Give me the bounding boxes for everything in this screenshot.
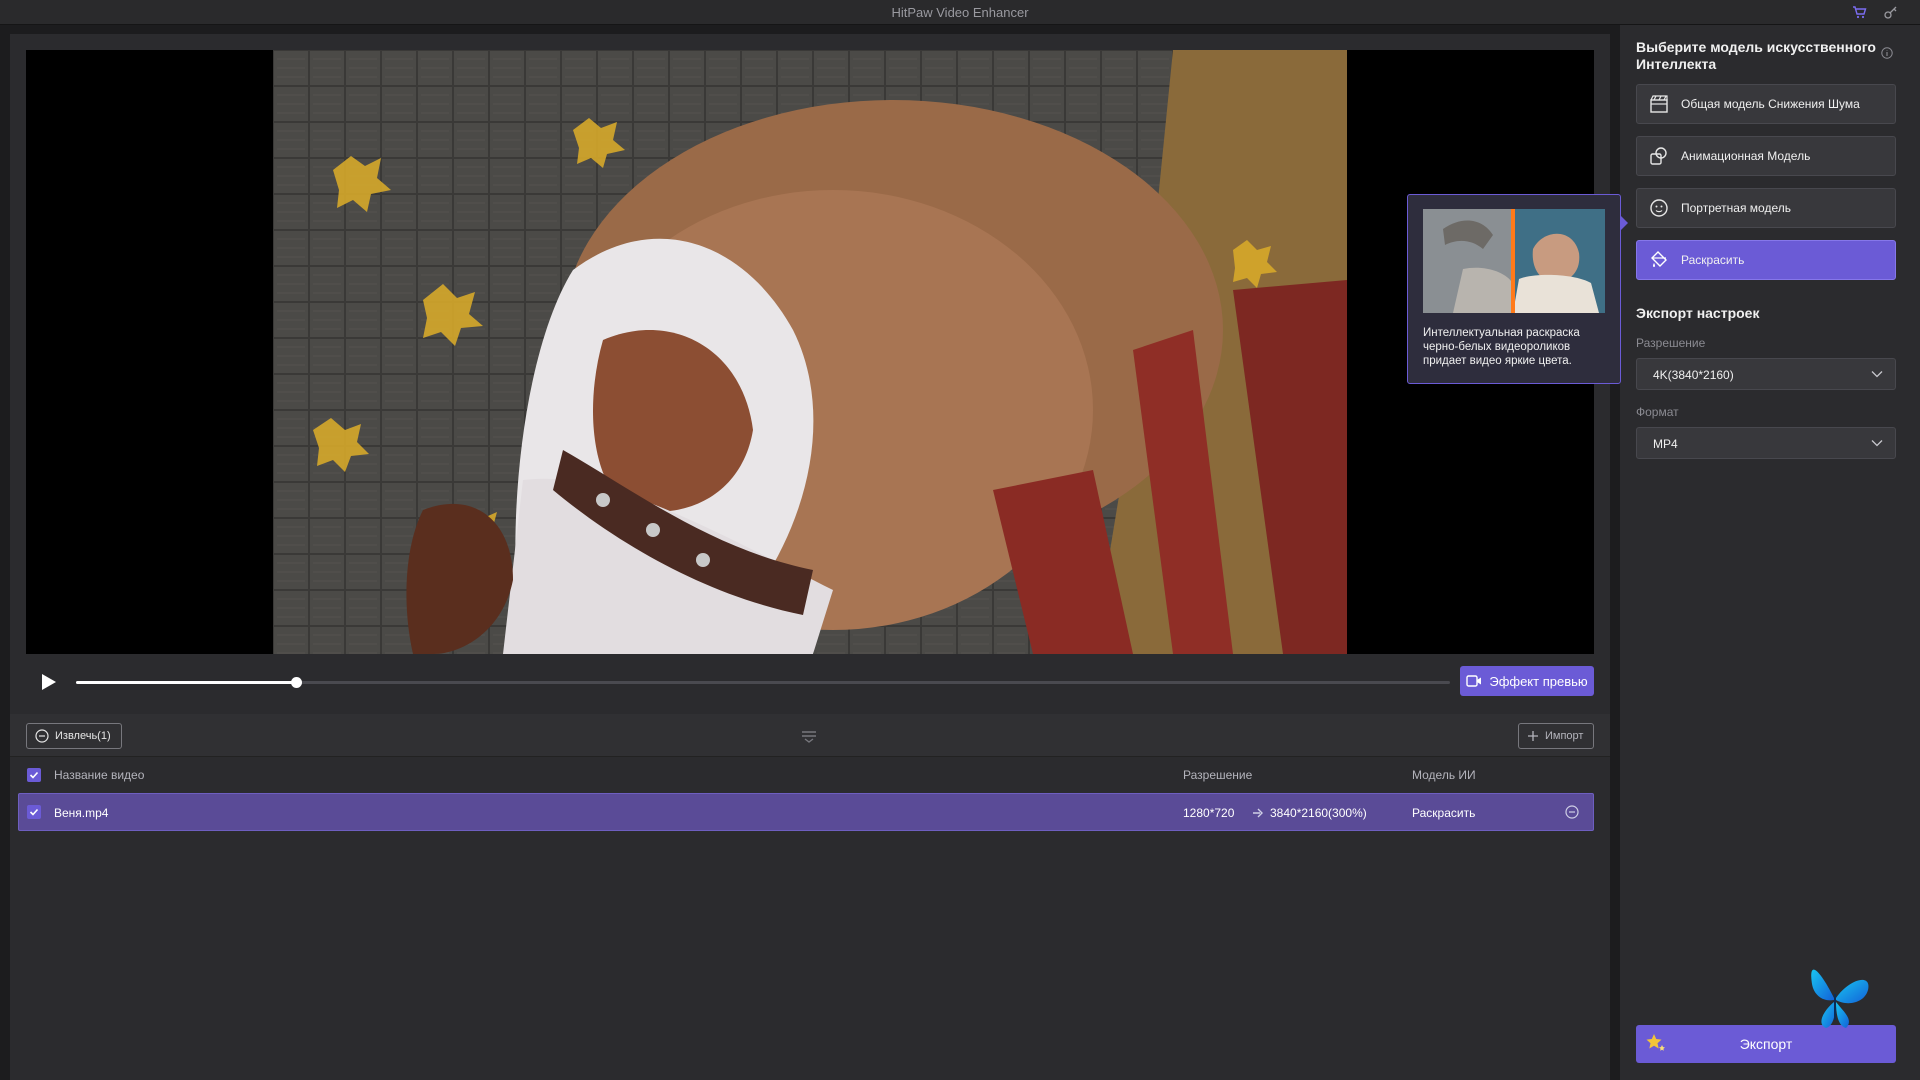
chevron-down-icon — [1871, 371, 1883, 378]
window-title: HitPaw Video Enhancer — [891, 5, 1029, 20]
table-row[interactable]: Веня.mp4 1280*720 3840*2160(300%) Раскра… — [18, 793, 1594, 831]
export-settings-title: Экспорт настроек — [1636, 305, 1760, 321]
right-panel: Выберите модель искусственного Интеллект… — [1620, 25, 1920, 1080]
column-header-resolution: Разрешение — [1183, 768, 1253, 782]
row-checkbox[interactable] — [27, 805, 41, 819]
list-toolbar: Извлечь(1) Импорт — [10, 714, 1610, 757]
tooltip-preview-image — [1423, 209, 1605, 313]
video-preview[interactable] — [26, 50, 1594, 654]
format-value: MP4 — [1653, 437, 1678, 451]
player-area: Эффект превью — [10, 34, 1610, 704]
resolution-label: Разрешение — [1636, 336, 1706, 350]
model-portrait-button[interactable]: Портретная модель — [1636, 188, 1896, 228]
model-denoise-button[interactable]: Общая модель Снижения Шума — [1636, 84, 1896, 124]
chevron-down-icon — [1871, 440, 1883, 447]
cart-icon[interactable] — [1851, 4, 1867, 20]
plus-icon — [1528, 731, 1538, 741]
resolution-value: 4K(3840*2160) — [1653, 368, 1734, 382]
tooltip-text: Интеллектуальная раскраска черно-белых в… — [1423, 327, 1580, 367]
resolution-select[interactable]: 4K(3840*2160) — [1636, 358, 1896, 390]
animation-icon — [1650, 147, 1667, 165]
face-icon — [1650, 199, 1668, 217]
remove-row-icon[interactable] — [1565, 805, 1579, 819]
remove-button[interactable]: Извлечь(1) — [26, 723, 122, 749]
resolution-to: 3840*2160(300%) — [1270, 806, 1367, 820]
resize-handle-icon[interactable] — [799, 728, 819, 744]
play-icon[interactable] — [38, 672, 58, 692]
list-header: Название видео Разрешение Модель ИИ — [10, 756, 1610, 792]
progress-fill — [76, 681, 296, 684]
info-icon[interactable] — [1881, 47, 1893, 59]
model-portrait-label: Портретная модель — [1681, 201, 1791, 215]
model-section-title: Выберите модель искусственного Интеллект… — [1636, 39, 1876, 72]
title-bar: HitPaw Video Enhancer — [0, 0, 1920, 25]
preview-effect-label: Эффект превью — [1489, 673, 1588, 689]
model-colorize-label: Раскрасить — [1681, 253, 1745, 267]
resolution-from: 1280*720 — [1183, 806, 1235, 820]
butterfly-icon — [1811, 969, 1869, 1028]
video-frame-image — [273, 50, 1347, 654]
remove-circle-icon — [35, 729, 49, 743]
preview-effect-button[interactable]: Эффект превью — [1460, 666, 1594, 696]
model-animation-button[interactable]: Анимационная Модель — [1636, 136, 1896, 176]
video-name: Веня.mp4 — [54, 806, 109, 820]
format-select[interactable]: MP4 — [1636, 427, 1896, 459]
import-button[interactable]: Импорт — [1518, 723, 1594, 749]
playback-controls: Эффект превью — [26, 666, 1594, 698]
model-denoise-label: Общая модель Снижения Шума — [1681, 97, 1860, 111]
progress-thumb[interactable] — [290, 677, 302, 688]
check-icon — [29, 808, 39, 816]
video-list-area: Извлечь(1) Импорт Название видео Разреше… — [10, 714, 1610, 1080]
import-button-label: Импорт — [1545, 730, 1584, 742]
model-colorize-button[interactable]: Раскрасить — [1636, 240, 1896, 280]
column-header-name: Название видео — [54, 768, 145, 782]
paint-bucket-icon — [1651, 251, 1667, 267]
progress-bar[interactable] — [76, 677, 1450, 688]
clapperboard-icon — [1650, 95, 1668, 113]
check-icon — [29, 771, 39, 779]
model-tooltip: Интеллектуальная раскраска черно-белых в… — [1407, 194, 1628, 384]
remove-button-label: Извлечь(1) — [55, 730, 111, 742]
arrow-right-icon — [1253, 808, 1263, 818]
row-model: Раскрасить — [1412, 806, 1476, 820]
model-animation-label: Анимационная Модель — [1681, 149, 1811, 163]
format-label: Формат — [1636, 405, 1679, 419]
tooltip-arrow — [1620, 215, 1628, 231]
column-header-model: Модель ИИ — [1412, 768, 1476, 782]
select-all-checkbox[interactable] — [27, 768, 41, 782]
key-icon[interactable] — [1883, 4, 1899, 20]
video-camera-icon — [1466, 675, 1482, 687]
main-panel: Эффект превью Извлечь(1) Импорт Название… — [10, 34, 1610, 1080]
